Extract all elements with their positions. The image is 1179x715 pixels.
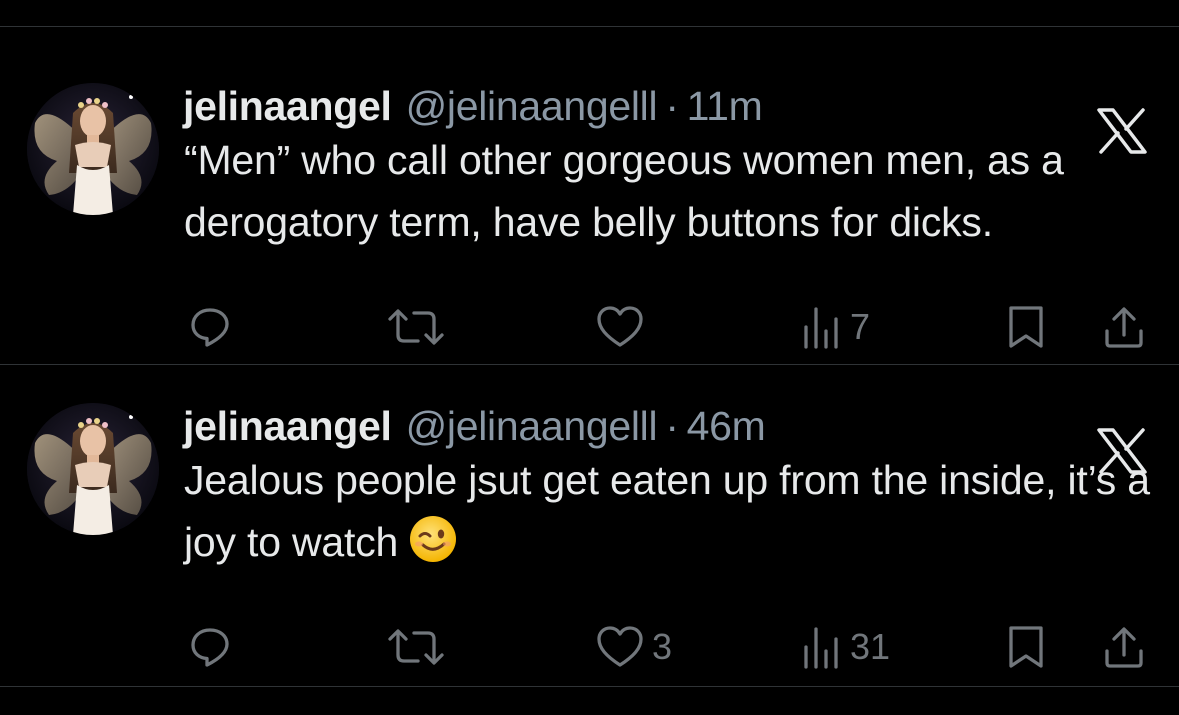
display-name[interactable]: jelinaangel [183, 403, 392, 450]
avatar[interactable] [27, 83, 159, 215]
user-handle[interactable]: @jelinaangelll [406, 403, 658, 450]
timestamp[interactable]: 46m [687, 403, 766, 450]
separator-dot: · [665, 402, 679, 449]
tweet-2[interactable]: jelinaangel @jelinaangelll · 46m Jealous… [0, 346, 1179, 676]
views-button[interactable]: 31 [802, 624, 890, 670]
retweet-icon [388, 309, 444, 345]
tweet-header: jelinaangel @jelinaangelll · 11m [183, 78, 763, 134]
views-count: 31 [850, 626, 891, 667]
views-count: 7 [850, 306, 871, 347]
share-icon [1105, 307, 1143, 348]
retweet-icon [388, 629, 444, 665]
tweet-1[interactable]: jelinaangel @jelinaangelll · 11m “Men” w… [0, 26, 1179, 356]
like-count: 3 [652, 626, 673, 667]
tweet-header: jelinaangel @jelinaangelll · 46m [183, 398, 766, 454]
bookmark-button[interactable] [1006, 624, 1046, 670]
retweet-button[interactable] [386, 624, 454, 670]
separator-dot: · [665, 82, 679, 129]
like-button[interactable] [596, 304, 652, 350]
tweet-text-content: “Men” who call other gorgeous women men,… [184, 137, 1064, 245]
reply-button[interactable] [188, 304, 232, 350]
user-handle[interactable]: @jelinaangelll [406, 83, 658, 130]
timestamp[interactable]: 11m [687, 83, 763, 130]
reply-icon [191, 628, 229, 667]
tweet-text: Jealous people jsut get eaten up from th… [184, 449, 1159, 573]
share-icon [1105, 627, 1143, 668]
retweet-button[interactable] [386, 304, 454, 350]
bookmark-button[interactable] [1006, 304, 1046, 350]
tweet-text-content: Jealous people jsut get eaten up from th… [184, 457, 1150, 565]
avatar[interactable] [27, 403, 159, 535]
like-icon [597, 306, 643, 347]
bookmark-icon [1009, 306, 1043, 348]
reply-icon [191, 308, 229, 347]
like-icon [597, 626, 643, 667]
views-icon [804, 627, 838, 669]
share-button[interactable] [1102, 624, 1146, 670]
views-icon [804, 307, 838, 349]
views-button[interactable]: 7 [802, 304, 870, 350]
display-name[interactable]: jelinaangel [183, 83, 392, 130]
winking-face-emoji [408, 514, 458, 564]
bottom-divider [0, 686, 1179, 687]
like-button[interactable]: 3 [596, 624, 672, 670]
share-button[interactable] [1102, 304, 1146, 350]
bookmark-icon [1009, 626, 1043, 668]
tweet-text: “Men” who call other gorgeous women men,… [184, 129, 1159, 253]
reply-button[interactable] [188, 624, 232, 670]
